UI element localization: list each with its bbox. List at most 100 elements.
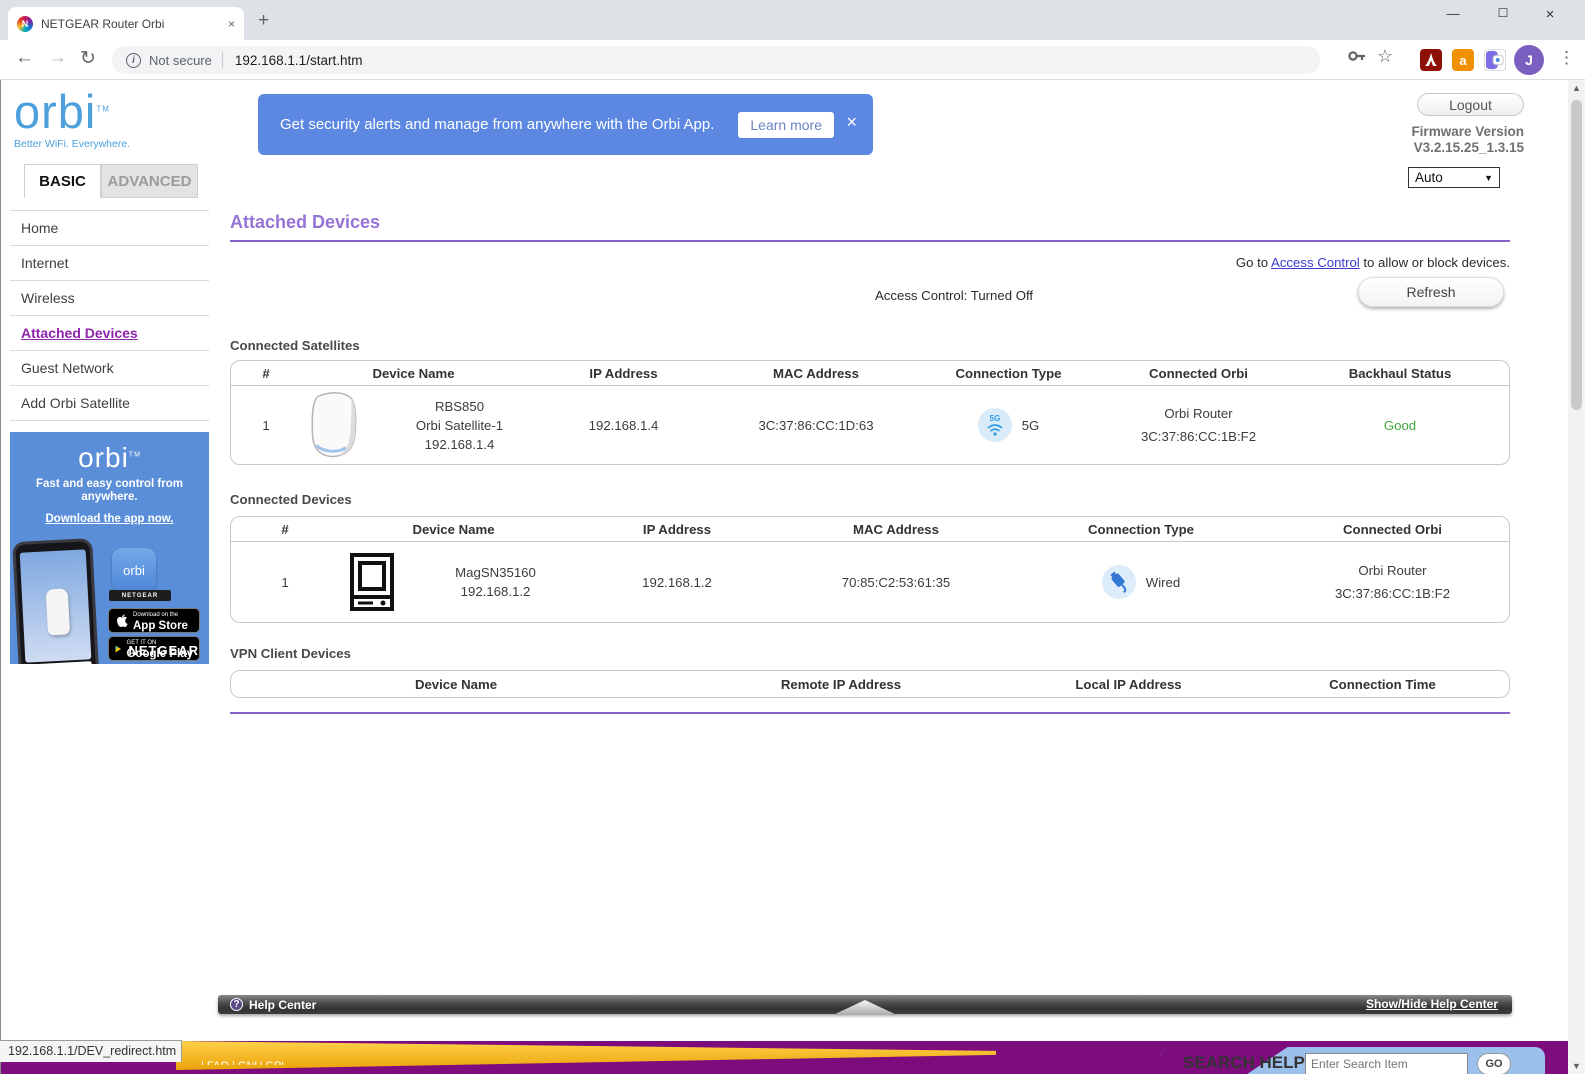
reload-icon[interactable]: ↻ (80, 47, 96, 70)
tab-basic[interactable]: BASIC (24, 164, 101, 198)
scroll-up-icon[interactable]: ▲ (1568, 80, 1585, 96)
browser-titlebar: N NETGEAR Router Orbi × + — ☐ × (0, 0, 1585, 40)
col-connection-time: Connection Time (1256, 677, 1509, 692)
search-help-panel: SEARCH HELP GO (1160, 1047, 1545, 1074)
banner-close-icon[interactable]: × (846, 112, 857, 133)
url-text[interactable]: 192.168.1.1/start.htm (235, 53, 363, 68)
col-remote-ip: Remote IP Address (681, 677, 1001, 692)
tab-close-icon[interactable]: × (228, 17, 235, 31)
col-ip: IP Address (568, 522, 786, 537)
wired-ethernet-icon (1102, 565, 1136, 599)
chevron-down-icon: ▼ (1484, 173, 1493, 183)
sidebar-item-wireless[interactable]: Wireless (10, 281, 209, 316)
sidebar-item-home[interactable]: Home (10, 211, 209, 246)
amazon-extension-icon[interactable]: a (1452, 49, 1474, 71)
device-connection-type: Wired (1146, 575, 1180, 590)
col-mac: MAC Address (721, 366, 911, 381)
backhaul-status: Good (1291, 416, 1509, 435)
goto-suffix: to allow or block devices. (1360, 255, 1510, 270)
phone-notch (35, 542, 67, 550)
refresh-button[interactable]: Refresh (1358, 277, 1504, 307)
bookmark-star-icon[interactable]: ☆ (1377, 46, 1393, 67)
logo-tm: TM (96, 104, 110, 113)
address-divider (222, 52, 223, 68)
col-local-ip: Local IP Address (1001, 677, 1256, 692)
browser-status-bar: 192.168.1.1/DEV_redirect.htm (0, 1040, 182, 1062)
tab-advanced[interactable]: ADVANCED (101, 164, 198, 198)
blue-extension-icon[interactable] (1484, 49, 1506, 71)
sidebar-item-guest-network[interactable]: Guest Network (10, 351, 209, 386)
satellite-name-block: RBS850 Orbi Satellite-1 192.168.1.4 (365, 397, 526, 454)
app-store-badge[interactable]: Download on theApp Store (108, 608, 200, 633)
help-expand-arrow-icon[interactable] (833, 1000, 897, 1015)
scroll-thumb[interactable] (1571, 100, 1582, 410)
device-num: 1 (231, 573, 339, 592)
search-help-label: SEARCH HELP (1183, 1053, 1305, 1073)
col-device-name: Device Name (231, 677, 681, 692)
col-num: # (231, 522, 339, 537)
satellite-name-ip: 192.168.1.4 (393, 435, 526, 454)
back-icon[interactable]: ← (15, 47, 34, 69)
page-scrollbar[interactable]: ▲ ▼ (1568, 80, 1585, 1074)
page-title: Attached Devices (230, 212, 380, 233)
banner-text: Get security alerts and manage from anyw… (280, 116, 714, 133)
info-icon[interactable]: i (126, 53, 141, 68)
window-minimize-button[interactable]: — (1438, 6, 1468, 21)
wifi-5g-icon: 5G (978, 408, 1012, 442)
new-tab-button[interactable]: + (258, 10, 269, 32)
firmware-version: Firmware Version V3.2.15.25_1.3.15 (1200, 124, 1524, 156)
orbi-app-icon: orbi (112, 548, 156, 592)
forward-icon[interactable]: → (48, 47, 67, 69)
browser-tab[interactable]: N NETGEAR Router Orbi × (8, 7, 244, 40)
scroll-down-icon[interactable]: ▼ (1568, 1058, 1585, 1074)
connected-orbi-name: Orbi Router (1276, 559, 1509, 582)
device-name: MagSN35160 (423, 563, 568, 582)
window-close-button[interactable]: × (1535, 6, 1565, 23)
footer-links: | FAQ | GNU GPL (201, 1060, 287, 1065)
show-hide-help-link[interactable]: Show/Hide Help Center (1366, 997, 1498, 1011)
browser-menu-icon[interactable]: ⋮ (1558, 48, 1575, 68)
devices-header-row: # Device Name IP Address MAC Address Con… (231, 517, 1509, 542)
key-icon[interactable] (1346, 45, 1368, 67)
connected-satellites-title: Connected Satellites (230, 338, 360, 353)
search-help-input[interactable] (1305, 1053, 1468, 1074)
col-mac: MAC Address (786, 522, 1006, 537)
toolbar-separator (1505, 50, 1506, 70)
firmware-value: V3.2.15.25_1.3.15 (1200, 140, 1524, 156)
download-app-link[interactable]: Download the app now. (10, 513, 209, 525)
app-store-label: App Store (133, 620, 188, 632)
computer-icon (349, 553, 395, 611)
col-ip: IP Address (526, 366, 721, 381)
sidebar-item-internet[interactable]: Internet (10, 246, 209, 281)
orbi-app-ad: orbiTM Fast and easy control from anywhe… (10, 432, 209, 664)
access-control-status: Access Control: Turned Off (875, 288, 1033, 303)
logo-tagline: Better WiFi. Everywhere. (14, 138, 130, 150)
adobe-extension-icon[interactable] (1420, 49, 1442, 71)
vpn-devices-table: Device Name Remote IP Address Local IP A… (230, 670, 1510, 698)
satellite-ip: 192.168.1.4 (526, 416, 721, 435)
google-play-icon (115, 642, 122, 656)
search-go-button[interactable]: GO (1477, 1053, 1511, 1074)
orbi-logo: orbiTM (14, 84, 110, 139)
svg-text:5G: 5G (989, 414, 1000, 423)
col-connected-orbi: Connected Orbi (1106, 366, 1291, 381)
sidebar-item-add-orbi-satellite[interactable]: Add Orbi Satellite (10, 386, 209, 421)
profile-avatar[interactable]: J (1514, 45, 1544, 75)
access-control-link[interactable]: Access Control (1271, 255, 1360, 270)
help-center-bar[interactable]: ? Help Center Show/Hide Help Center (218, 995, 1512, 1014)
window-maximize-button[interactable]: ☐ (1488, 6, 1518, 20)
connected-devices-title: Connected Devices (230, 492, 352, 507)
learn-more-button[interactable]: Learn more (738, 112, 834, 138)
ad-headline: Fast and easy control from anywhere. (30, 478, 190, 504)
orbi-satellite-image (301, 389, 365, 461)
sidebar-item-attached-devices[interactable]: Attached Devices (10, 316, 209, 351)
address-bar[interactable]: i Not secure 192.168.1.1/start.htm (112, 46, 1320, 74)
device-connected-orbi: Orbi Router 3C:37:86:CC:1B:F2 (1276, 559, 1509, 605)
vpn-devices-title: VPN Client Devices (230, 646, 351, 661)
window-left-edge (0, 80, 1, 1074)
browser-window: N NETGEAR Router Orbi × + — ☐ × ← → ↻ i … (0, 0, 1585, 1074)
connected-devices-table: # Device Name IP Address MAC Address Con… (230, 516, 1510, 623)
firmware-label: Firmware Version (1200, 124, 1524, 140)
language-select[interactable]: Auto ▼ (1408, 167, 1500, 188)
logout-button[interactable]: Logout (1417, 93, 1524, 116)
